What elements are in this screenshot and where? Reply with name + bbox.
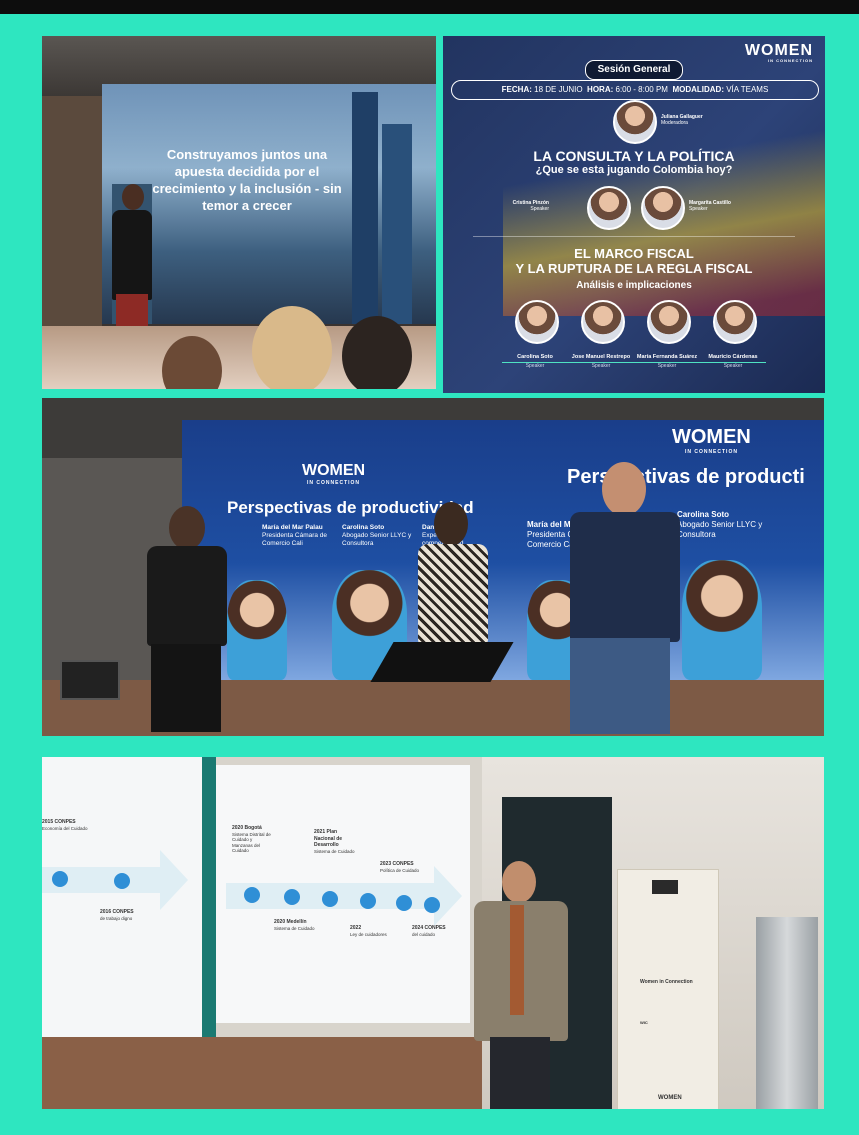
photo-timeline-speaker: 2015 CONPES Economía del Cuidado 2016 CON… [42,757,824,1109]
timeline-label: 2015 CONPES Economía del Cuidado [42,819,88,831]
legs [490,1037,550,1109]
speaker-photo [587,186,631,230]
speaker-photo [647,300,691,344]
date-time-bar: FECHA: 18 DE JUNIO HORA: 6:00 - 8:00 PM … [451,80,819,100]
panelist-left [137,506,237,736]
speaker-photo [581,300,625,344]
audience-head [342,316,412,389]
timeline-label: 2024 CONPES del cuidado [412,925,446,937]
banner-logo: WOMEN [658,1095,682,1101]
panel2-title: Y LA RUPTURA DE LA REGLA FISCAL [515,261,753,276]
timeline-label: 2022 Ley de cuidadores [350,925,387,937]
torso [418,544,488,644]
head [434,502,468,546]
legs [151,644,221,732]
timeline-label: 2020 Medellín Sistema de Cuidado [274,919,315,931]
divider [473,236,795,237]
audience [42,306,436,389]
speaker-photo [515,300,559,344]
timeline-dot [284,889,300,905]
timeline-dot [360,893,376,909]
speaker-photo [641,186,685,230]
torn-paper-edge-top [0,0,859,14]
head [502,861,536,903]
head [602,462,646,516]
banner-title: Women in Connection [640,979,693,985]
audience-head [162,336,222,389]
speaker-card: María Fernanda Suárez Speaker [634,354,700,370]
torso [570,512,680,642]
slide-text: Construyamos juntos una apuesta decidida… [152,147,342,213]
speaker-label: Cristina Pinzón Speaker [512,200,549,212]
audience-head [252,306,332,389]
speaker-jacket [112,210,152,300]
speaker-label: Margarita Castillo Speaker [689,200,731,212]
session-pill: Sesión General [585,60,683,80]
torso [147,546,227,646]
refrigerator [756,917,818,1109]
timeline-label: 2016 CONPES de trabajo digno [100,909,134,921]
screen-right: 2020 Bogotá Sistema Distrital de Cuidado … [216,765,470,1023]
laptop [60,660,120,700]
timeline-arrowhead [434,866,462,926]
legs [570,638,670,734]
timeline-arrowhead [160,850,188,910]
moderator-photo [613,100,657,144]
panelist-right [550,462,700,736]
wood-panel [42,1037,482,1109]
collage-frame: Construyamos juntos una apuesta decidida… [0,0,859,1135]
timeline-dot [322,891,338,907]
speaker-head [122,184,144,210]
women-in-connection-logo: WOMEN IN CONNECTION [672,426,751,455]
timeline-dot [396,895,412,911]
panel2-title: EL MARCO FISCAL [574,246,694,261]
moderator-label: Juliana Gallaguer Moderadora [661,114,703,126]
speaker-card: Mauricio Cárdenas Speaker [700,354,766,370]
panel1-title: LA CONSULTA Y LA POLÍTICA [533,148,735,164]
timeline-label: 2023 CONPES Política de Cuidado [380,861,420,873]
panel1-subtitle: ¿Que se esta jugando Colombia hoy? [535,164,733,176]
speaker-photo [713,300,757,344]
timeline-dot [424,897,440,913]
timeline-dot [114,873,130,889]
screen-left: 2015 CONPES Economía del Cuidado 2016 CON… [42,757,202,1037]
screen-divider [202,757,216,1037]
speaker-info: María del Mar Palau Presidenta Cámara de… [262,524,328,547]
skyscraper [352,92,378,324]
speaker-card: Carolina Soto Speaker [502,354,568,370]
women-in-connection-logo: WOMEN IN CONNECTION [744,42,813,63]
timeline-dot [52,871,68,887]
panelist-center [370,502,514,736]
timeline-label: 2020 Bogotá Sistema Distrital de Cuidado … [232,825,271,853]
women-in-connection-logo: WOMEN IN CONNECTION [302,462,366,486]
speaker-person [466,861,576,1109]
timeline-label: 2021 Plan Nacional de Desarrollo Sistema … [314,829,355,854]
photo-panel-discussion: WOMEN IN CONNECTION WOMEN IN CONNECTION Pe… [42,398,824,736]
legs [370,642,514,682]
panel2-subtitle: Análisis e implicaciones [576,280,692,291]
roll-up-banner: Women in Connection WIC WOMEN [617,869,719,1109]
speaker-card: Jose Manuel Restrepo Speaker [568,354,634,370]
event-poster: WOMEN IN CONNECTION Sesión General FECHA… [443,36,825,393]
banner-subtitle: WIC [640,1020,648,1025]
head [169,506,205,550]
photo-speaker-slide: Construyamos juntos una apuesta decidida… [42,36,436,389]
timeline-dot [244,887,260,903]
scarf [510,905,524,1015]
skyscraper [382,124,412,324]
banner-logo-mark [652,880,678,894]
